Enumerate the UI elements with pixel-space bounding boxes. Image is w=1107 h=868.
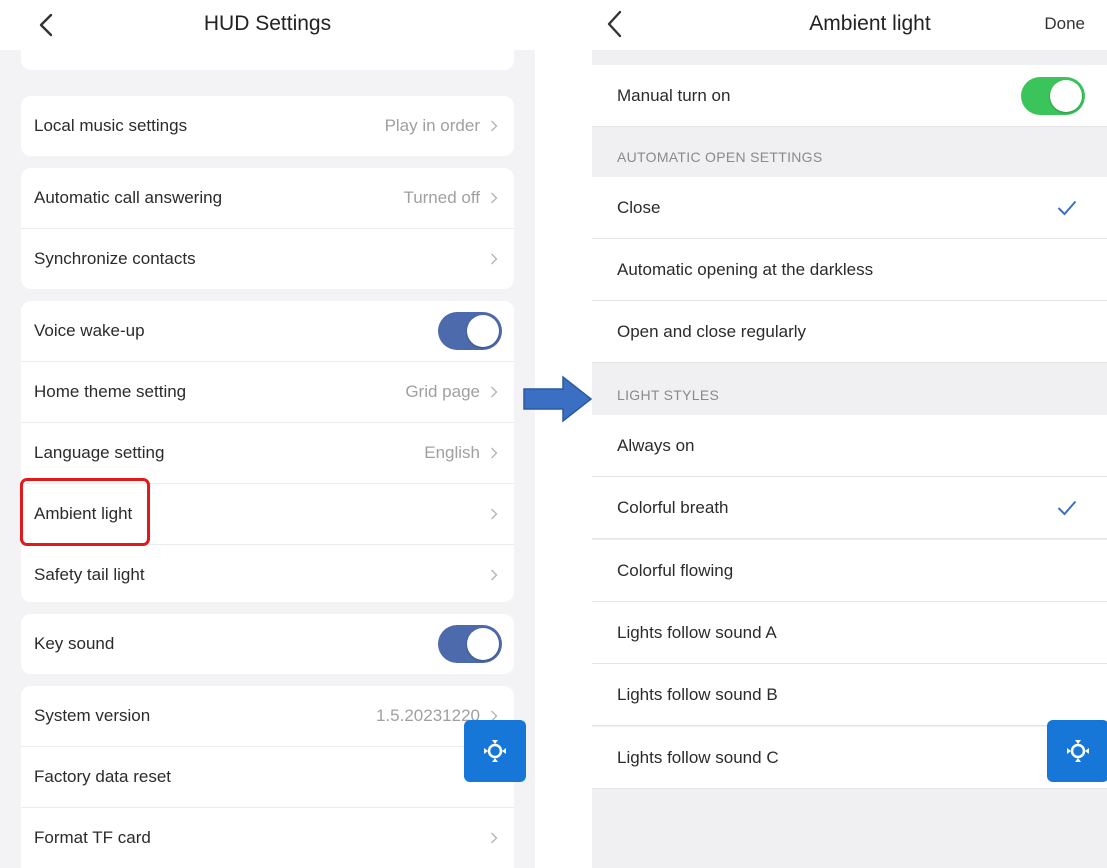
chevron-right-icon [491, 508, 498, 520]
row-label: Language setting [34, 443, 165, 462]
toggle-knob [467, 315, 499, 347]
option-close[interactable]: Close [592, 177, 1107, 239]
option-automatic-opening[interactable]: Automatic opening at the darkless [592, 239, 1107, 301]
page-title: HUD Settings [203, 12, 332, 35]
manual-turn-on-toggle[interactable] [1021, 76, 1085, 115]
row-voice-wake-up: Voice wake-up [21, 301, 514, 362]
chevron-right-icon [491, 120, 498, 132]
ambient-light-screen: Ambient light Done Manual turn on AUTOMA… [592, 0, 1107, 868]
settings-card-system: System version 1.5.20231220 Factory data… [21, 686, 514, 868]
option-label: Close [617, 197, 661, 217]
row-label: Home theme setting [34, 382, 187, 401]
option-label: Lights follow sound C [617, 747, 779, 767]
chevron-right-icon [491, 447, 498, 459]
chevron-right-icon [491, 386, 498, 398]
assistive-touch-icon [484, 740, 506, 762]
settings-card-calls: Automatic call answering Turned off Sync… [21, 168, 514, 289]
row-ambient-light[interactable]: Ambient light [21, 484, 514, 545]
section-header-light-styles: LIGHT STYLES [617, 387, 720, 403]
row-factory-data-reset[interactable]: Factory data reset [21, 747, 514, 808]
nav-bar: Ambient light Done [592, 0, 1107, 50]
option-label: Lights follow sound B [617, 684, 778, 704]
checkmark-icon [1057, 500, 1077, 515]
toggle-knob [1050, 79, 1082, 112]
row-value: Play in order [384, 116, 480, 135]
chevron-right-icon [491, 192, 498, 204]
row-label: Factory data reset [34, 767, 172, 786]
key-sound-toggle[interactable] [438, 625, 502, 663]
arrow-right-icon [523, 375, 593, 423]
option-label: Colorful breath [617, 497, 729, 517]
option-colorful-flowing[interactable]: Colorful flowing [592, 540, 1107, 602]
row-label: Automatic call answering [34, 188, 223, 207]
row-synchronize-contacts[interactable]: Synchronize contacts [21, 229, 514, 289]
row-label: System version [34, 706, 151, 725]
floating-assistive-button[interactable] [1047, 720, 1107, 782]
done-button[interactable]: Done [1044, 14, 1085, 34]
option-colorful-breath[interactable]: Colorful breath [592, 477, 1107, 539]
option-lights-follow-sound-a[interactable]: Lights follow sound A [592, 602, 1107, 664]
nav-bar: HUD Settings [0, 0, 535, 50]
row-label: Format TF card [34, 828, 151, 847]
option-label: Lights follow sound A [617, 622, 777, 642]
option-label: Open and close regularly [617, 321, 807, 341]
row-home-theme-setting[interactable]: Home theme setting Grid page [21, 362, 514, 423]
assistive-touch-icon [1067, 740, 1089, 762]
row-manual-turn-on: Manual turn on [592, 65, 1107, 127]
hud-settings-screen: HUD Settings Local music settings Play i… [0, 0, 535, 868]
row-label: Ambient light [34, 504, 133, 523]
section-header-automatic: AUTOMATIC OPEN SETTINGS [617, 149, 823, 165]
settings-card-key-sound: Key sound [21, 614, 514, 674]
floating-assistive-button[interactable] [464, 720, 526, 782]
row-system-version[interactable]: System version 1.5.20231220 [21, 686, 514, 747]
settings-card-music: Local music settings Play in order [21, 96, 514, 156]
row-format-tf-card[interactable]: Format TF card [21, 808, 514, 868]
chevron-right-icon [491, 832, 498, 844]
option-always-on[interactable]: Always on [592, 415, 1107, 477]
row-label: Key sound [34, 634, 115, 653]
row-language-setting[interactable]: Language setting English [21, 423, 514, 484]
row-safety-tail-light[interactable]: Safety tail light [21, 545, 514, 602]
row-local-music-settings[interactable]: Local music settings Play in order [21, 96, 514, 156]
row-value: English [424, 443, 480, 462]
option-lights-follow-sound-b[interactable]: Lights follow sound B [592, 664, 1107, 726]
option-label: Colorful flowing [617, 560, 734, 580]
chevron-right-icon [491, 569, 498, 581]
option-open-close-regularly[interactable]: Open and close regularly [592, 301, 1107, 363]
row-automatic-call-answering[interactable]: Automatic call answering Turned off [21, 168, 514, 229]
option-label: Automatic opening at the darkless [617, 259, 874, 279]
page-title: Ambient light [809, 12, 931, 35]
row-value: Grid page [405, 382, 480, 401]
toggle-knob [467, 628, 499, 660]
chevron-right-icon [491, 253, 498, 265]
row-label: Synchronize contacts [34, 249, 196, 268]
row-label: Local music settings [34, 116, 188, 135]
voice-wake-up-toggle[interactable] [438, 312, 502, 350]
row-value: Turned off [403, 188, 480, 207]
row-label: Manual turn on [617, 85, 731, 105]
option-lights-follow-sound-c[interactable]: Lights follow sound C [592, 727, 1107, 789]
option-label: Always on [617, 435, 695, 455]
row-key-sound: Key sound [21, 614, 514, 674]
settings-card-partial [21, 50, 514, 70]
row-label: Voice wake-up [34, 321, 145, 340]
checkmark-icon [1057, 200, 1077, 215]
row-label: Safety tail light [34, 565, 145, 584]
settings-card-general: Voice wake-up Home theme setting Grid pa… [21, 301, 514, 602]
